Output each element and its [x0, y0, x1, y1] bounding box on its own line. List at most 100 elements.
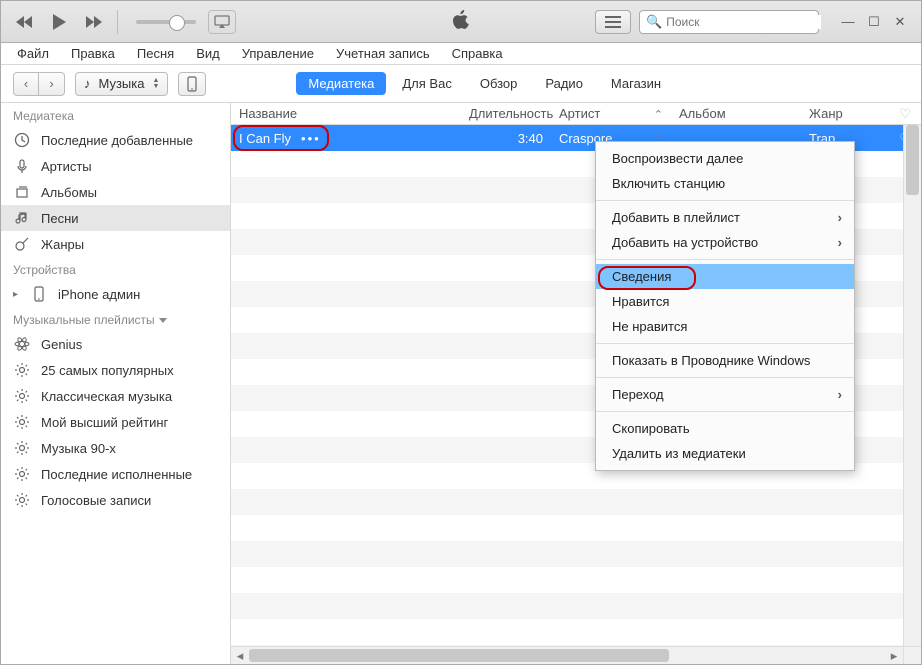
context-menu: Воспроизвести далееВключить станцию Добав…: [595, 141, 855, 471]
sidebar-item[interactable]: Музыка 90-х: [1, 435, 230, 461]
gear-icon: [13, 491, 31, 509]
col-duration[interactable]: Длительность: [461, 106, 551, 121]
tab-0[interactable]: Медиатека: [296, 72, 386, 95]
tab-2[interactable]: Обзор: [468, 72, 530, 95]
col-album[interactable]: Альбом: [671, 106, 801, 121]
col-genre[interactable]: Жанр♡: [801, 106, 921, 121]
list-view-button[interactable]: [595, 10, 631, 34]
sidebar-item[interactable]: 25 самых популярных: [1, 357, 230, 383]
sidebar-item[interactable]: Мой высший рейтинг: [1, 409, 230, 435]
title-bar: 🔍 — ☐ ✕: [1, 1, 921, 43]
sidebar-item-label: Артисты: [41, 159, 92, 174]
context-menu-item[interactable]: Скопировать: [596, 416, 854, 441]
sidebar-header-media: Медиатека: [1, 103, 230, 127]
expand-icon[interactable]: ▸: [13, 289, 18, 300]
atom-icon: [13, 335, 31, 353]
gear-icon: [13, 361, 31, 379]
music-note-icon: ♪: [84, 76, 91, 91]
track-menu-icon[interactable]: •••: [301, 131, 321, 146]
sidebar-item-label: Последние добавленные: [41, 133, 193, 148]
sidebar-item[interactable]: Genius: [1, 331, 230, 357]
sidebar-item-label: 25 самых популярных: [41, 363, 174, 378]
context-menu-item[interactable]: Включить станцию: [596, 171, 854, 196]
horizontal-scrollbar[interactable]: ◂ ▸: [231, 646, 903, 664]
column-headers: Название Длительность Артист Альбом Жанр…: [231, 103, 921, 125]
search-input[interactable]: [666, 15, 821, 29]
context-menu-item[interactable]: Добавить в плейлист: [596, 205, 854, 230]
minimize-window-button[interactable]: —: [835, 12, 861, 32]
gear-icon: [13, 413, 31, 431]
context-menu-item[interactable]: Переход: [596, 382, 854, 407]
sidebar-header-devices: Устройства: [1, 257, 230, 281]
play-button[interactable]: [41, 10, 77, 34]
guitar-icon: [13, 235, 31, 253]
scroll-left-icon[interactable]: ◂: [231, 647, 249, 665]
menu-учетная запись[interactable]: Учетная запись: [326, 44, 440, 63]
sidebar-item[interactable]: Альбомы: [1, 179, 230, 205]
sidebar-item[interactable]: Голосовые записи: [1, 487, 230, 513]
menu-правка[interactable]: Правка: [61, 44, 125, 63]
phone-icon: [30, 285, 48, 303]
sidebar-item-label: Песни: [41, 211, 79, 226]
context-menu-item[interactable]: Показать в Проводнике Windows: [596, 348, 854, 373]
menu-bar: ФайлПравкаПесняВидУправлениеУчетная запи…: [1, 43, 921, 65]
sidebar-item-label: Genius: [41, 337, 82, 352]
context-menu-item[interactable]: Добавить на устройство: [596, 230, 854, 255]
sidebar-item-label: Последние исполненные: [41, 467, 192, 482]
prev-track-button[interactable]: [9, 10, 39, 34]
menu-вид[interactable]: Вид: [186, 44, 230, 63]
sidebar-item[interactable]: ▸ iPhone админ: [1, 281, 230, 307]
tab-1[interactable]: Для Вас: [390, 72, 463, 95]
content-area: Название Длительность Артист Альбом Жанр…: [231, 103, 921, 664]
search-box[interactable]: 🔍: [639, 10, 819, 34]
next-track-button[interactable]: [79, 10, 109, 34]
menu-управление[interactable]: Управление: [232, 44, 324, 63]
device-button[interactable]: [178, 72, 206, 96]
vertical-scrollbar[interactable]: [903, 125, 921, 646]
volume-slider[interactable]: [136, 20, 196, 24]
sidebar-item[interactable]: Последние исполненные: [1, 461, 230, 487]
menu-песня[interactable]: Песня: [127, 44, 184, 63]
col-artist[interactable]: Артист: [551, 106, 671, 121]
menu-файл[interactable]: Файл: [7, 44, 59, 63]
context-menu-item[interactable]: Удалить из медиатеки: [596, 441, 854, 466]
note-icon: [13, 209, 31, 227]
clock-icon: [13, 131, 31, 149]
context-menu-item[interactable]: Воспроизвести далее: [596, 146, 854, 171]
back-button[interactable]: ‹: [13, 72, 39, 96]
sidebar-item[interactable]: Последние добавленные: [1, 127, 230, 153]
sidebar-item-label: Голосовые записи: [41, 493, 151, 508]
sidebar: Медиатека Последние добавленные Артисты Ал…: [1, 103, 231, 664]
sidebar-item[interactable]: Артисты: [1, 153, 230, 179]
section-tabs: МедиатекаДля ВасОбзорРадиоМагазин: [296, 72, 673, 95]
gear-icon: [13, 465, 31, 483]
nav-toolbar: ‹ › ♪ Музыка ▲▼ МедиатекаДля ВасОбзорРад…: [1, 65, 921, 103]
mic-icon: [13, 157, 31, 175]
tab-4[interactable]: Магазин: [599, 72, 673, 95]
sidebar-item-label: Классическая музыка: [41, 389, 172, 404]
sidebar-item[interactable]: Классическая музыка: [1, 383, 230, 409]
context-menu-item[interactable]: Нравится: [596, 289, 854, 314]
scroll-right-icon[interactable]: ▸: [885, 647, 903, 665]
sidebar-item-label: Жанры: [41, 237, 84, 252]
context-menu-item[interactable]: Сведения: [596, 264, 854, 289]
menu-справка[interactable]: Справка: [442, 44, 513, 63]
scrollbar-corner: [903, 646, 921, 664]
apple-logo-icon: [451, 8, 471, 35]
tab-3[interactable]: Радио: [533, 72, 595, 95]
sidebar-item-label: iPhone админ: [58, 287, 140, 302]
col-name[interactable]: Название: [231, 106, 461, 121]
dropdown-label: Музыка: [99, 76, 145, 91]
close-window-button[interactable]: ✕: [887, 12, 913, 32]
sidebar-item[interactable]: Жанры: [1, 231, 230, 257]
sidebar-item[interactable]: Песни: [1, 205, 230, 231]
media-type-dropdown[interactable]: ♪ Музыка ▲▼: [75, 72, 168, 96]
sidebar-header-playlists[interactable]: Музыкальные плейлисты: [1, 307, 230, 331]
maximize-window-button[interactable]: ☐: [861, 12, 887, 32]
sidebar-item-label: Мой высший рейтинг: [41, 415, 168, 430]
context-menu-item[interactable]: Не нравится: [596, 314, 854, 339]
track-list: I Can Fly••• 3:40 Craspore Trap♡ Воспрои…: [231, 125, 921, 664]
forward-button[interactable]: ›: [39, 72, 65, 96]
heart-column-icon: ♡: [899, 106, 911, 122]
airplay-button[interactable]: [208, 10, 236, 34]
